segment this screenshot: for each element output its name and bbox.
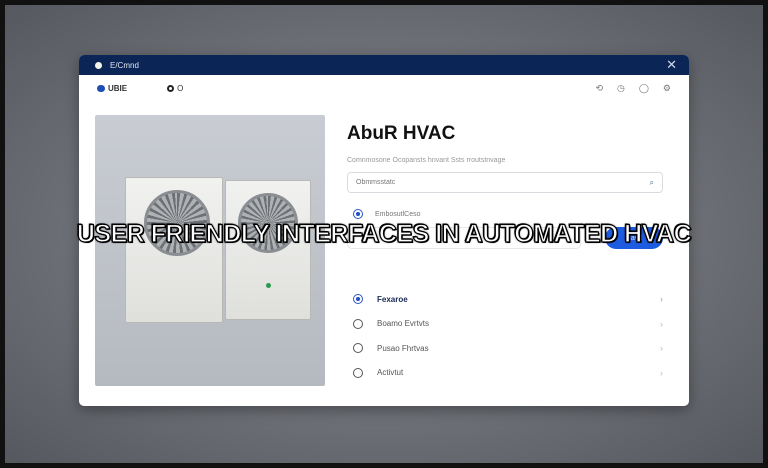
caption-overlay: USER FRIENDLY INTERFACES IN AUTOMATED HV… [76, 219, 692, 248]
clock-icon[interactable]: ◷ [617, 83, 625, 94]
nav-label: Pusao Fhrtvas [377, 343, 429, 353]
nav-list: Fexaroe › Boamo Evrtvts › Pusao Fhrtvas › A… [347, 287, 663, 385]
home-icon [353, 294, 363, 305]
history-icon[interactable]: ⟲ [595, 83, 603, 94]
hvac-units-image [95, 115, 325, 386]
title-bar: E/Cmnd ✕ [79, 55, 689, 75]
nav-item[interactable]: Pusao Fhrtvas › [347, 336, 663, 361]
toolbar-item[interactable]: O [167, 84, 183, 93]
status-dot-icon [95, 61, 102, 69]
nav-label: Activtut [377, 368, 404, 378]
subtitle: Comnmosone Ocopansts hnvant Ssts rroutst… [347, 157, 506, 164]
page-title: AbuR HVAC [347, 123, 456, 144]
logo-icon [97, 85, 105, 92]
nav-item[interactable]: Fexaroe › [347, 287, 663, 312]
nav-item[interactable]: Boamo Evrtvts › [347, 312, 663, 337]
close-icon[interactable]: ✕ [666, 57, 677, 73]
search-icon[interactable]: ⌕ [650, 178, 654, 188]
logo[interactable]: UBIE [97, 84, 127, 93]
toolbar-item-label: O [177, 84, 184, 93]
circle-icon [167, 85, 175, 92]
shield-icon[interactable]: ◯ [639, 83, 649, 94]
info-icon [353, 209, 363, 219]
activity-icon [353, 367, 363, 378]
search-placeholder: Obmmsstatc [356, 179, 396, 186]
toolbar: UBIE O ⟲ ◷ ◯ ⚙ [79, 75, 689, 102]
nav-label: Boamo Evrtvts [377, 319, 430, 329]
chevron-right-icon: › [660, 343, 663, 354]
info-label: EmbosutlCeso [375, 210, 421, 218]
settings-icon[interactable]: ⚙ [663, 83, 671, 94]
chevron-right-icon: › [660, 294, 663, 305]
nav-label: Fexaroe [377, 294, 408, 304]
nav-item[interactable]: Activtut › [347, 361, 663, 386]
chevron-right-icon: › [660, 367, 663, 378]
window-title: E/Cmnd [110, 60, 139, 70]
device-icon [353, 318, 363, 329]
logo-text: UBIE [108, 84, 128, 93]
profile-icon [353, 343, 363, 354]
chevron-right-icon: › [660, 318, 663, 329]
search-input[interactable]: Obmmsstatc ⌕ [347, 172, 663, 193]
